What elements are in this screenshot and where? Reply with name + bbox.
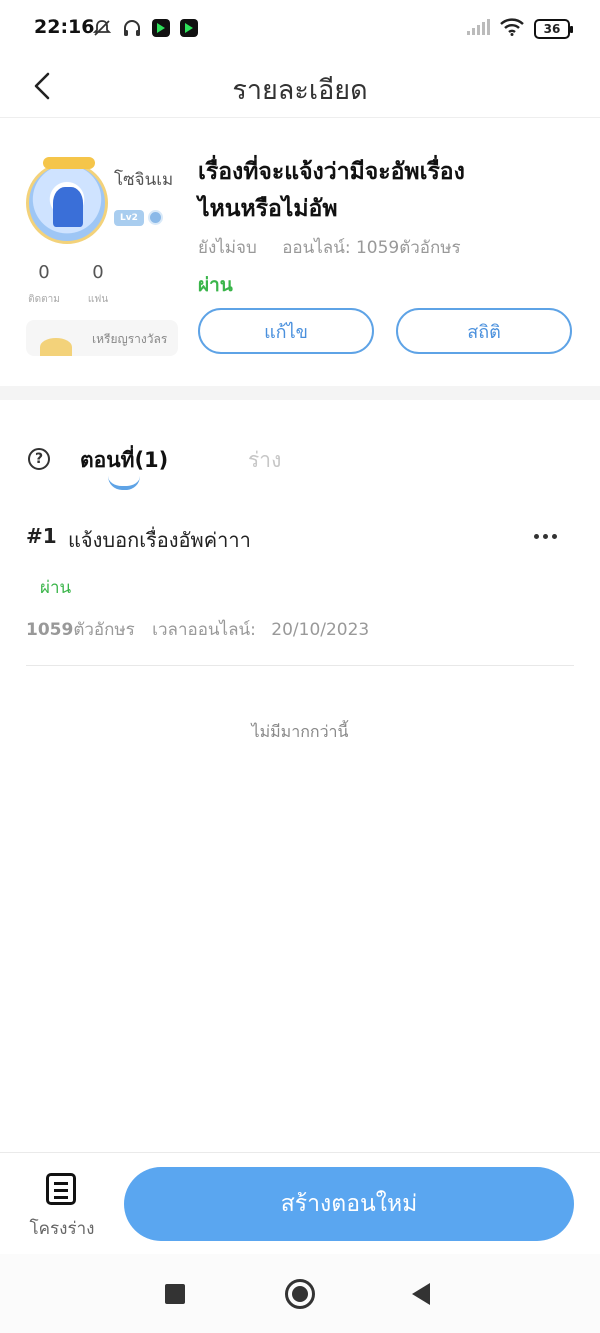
fans-count: 0	[92, 262, 104, 283]
work-status: ผ่าน	[198, 274, 233, 296]
list-end-text: ไม่มีมากกว่านี้	[251, 722, 349, 741]
following-count: 0	[38, 262, 50, 283]
chapter-number: #1	[26, 524, 57, 548]
status-bar: 22:16 36	[0, 0, 600, 60]
tab-drafts[interactable]: ร่าง	[248, 444, 281, 477]
create-chapter-button[interactable]: สร้างตอนใหม่	[124, 1167, 574, 1241]
work-online-chars: ออนไลน์: 1059ตัวอักษร	[282, 238, 461, 258]
app-notification-icon	[180, 19, 198, 37]
recents-icon[interactable]	[165, 1284, 185, 1304]
medal-bar[interactable]: เหรียญรางวัลร	[26, 320, 178, 356]
author-name: โซจินเม	[114, 170, 174, 190]
chapter-title: แจ้งบอกเรื่องอัพค่าาา	[68, 528, 251, 552]
chapter-tabs: ? ตอนที่(1) ร่าง	[0, 400, 600, 500]
document-icon	[46, 1173, 76, 1205]
avatar[interactable]	[26, 157, 108, 244]
page-title: รายละเอียด	[232, 75, 368, 106]
more-options-button[interactable]	[530, 522, 560, 550]
system-back-icon[interactable]	[412, 1283, 430, 1305]
chapter-item[interactable]: #1 แจ้งบอกเรื่องอัพค่าาา ผ่าน 1059ตัวอัก…	[26, 512, 574, 666]
chapter-time-label: เวลาออนไลน์:	[152, 620, 256, 640]
medal-icon	[40, 338, 72, 356]
chapter-status: ผ่าน	[40, 578, 72, 598]
author-card[interactable]: โซจินเม Lv2 0 ติดตาม 0 แฟน เหรียญรางวัลร	[26, 140, 178, 360]
outline-label: โครงร่าง	[29, 1219, 95, 1239]
level-dot-icon	[148, 210, 163, 225]
more-dot-icon	[542, 533, 548, 539]
stats-button[interactable]: สถิติ	[396, 308, 572, 354]
edit-button[interactable]: แก้ไข	[198, 308, 374, 354]
chapter-meta: 1059ตัวอักษร เวลาออนไลน์: 20/10/2023	[26, 616, 369, 643]
notification-icons	[92, 18, 198, 38]
more-dot-icon	[551, 533, 557, 539]
chapter-char-count: 1059	[26, 620, 74, 640]
work-progress: ยังไม่จบ	[198, 238, 257, 258]
home-icon[interactable]	[285, 1279, 315, 1309]
work-header: โซจินเม Lv2 0 ติดตาม 0 แฟน เหรียญรางวัลร…	[0, 118, 600, 386]
system-icons: 36	[466, 18, 573, 40]
status-time: 22:16	[34, 16, 95, 38]
signal-icon	[466, 18, 490, 40]
outline-button[interactable]: โครงร่าง	[22, 1171, 102, 1241]
help-icon[interactable]: ?	[28, 448, 50, 470]
work-meta: ยังไม่จบ ออนไลน์: 1059ตัวอักษร	[198, 234, 461, 261]
following-label: ติดตาม	[28, 294, 60, 305]
bottom-action-bar: โครงร่าง สร้างตอนใหม่	[0, 1152, 600, 1254]
chapter-date: 20/10/2023	[271, 620, 370, 640]
active-tab-indicator	[108, 476, 140, 490]
wifi-icon	[500, 18, 524, 40]
fans-label: แฟน	[87, 294, 109, 305]
more-dot-icon	[533, 533, 539, 539]
app-notification-icon	[152, 19, 170, 37]
battery-icon: 36	[534, 19, 573, 39]
system-nav-bar	[0, 1254, 600, 1333]
section-divider	[0, 386, 600, 400]
medal-label: เหรียญรางวัลร	[92, 332, 168, 346]
work-title: เรื่องที่จะแจ้งว่ามีจะอัพเรื่องไหนหรือไม…	[198, 159, 465, 222]
top-nav: รายละเอียด	[0, 60, 600, 118]
chapter-char-unit: ตัวอักษร	[73, 620, 135, 640]
level-badge: Lv2	[114, 210, 144, 226]
headphones-icon	[122, 18, 142, 38]
mute-bell-icon	[92, 18, 112, 38]
tab-chapters[interactable]: ตอนที่(1)	[80, 444, 168, 477]
